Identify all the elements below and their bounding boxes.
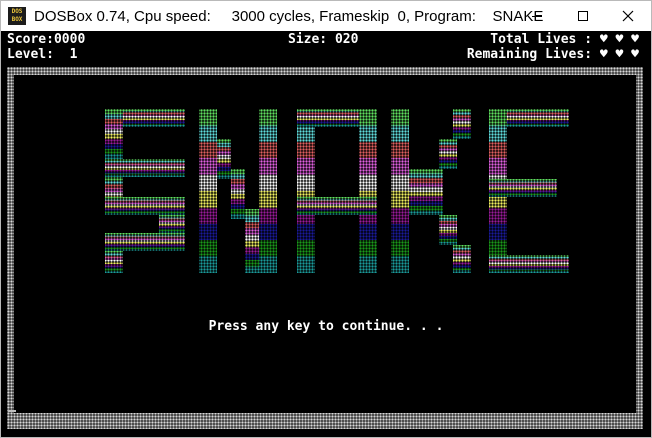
level-label: Level: 1 — [7, 47, 78, 62]
minimize-button[interactable] — [515, 1, 559, 31]
dosbox-window: DOS BOX DOSBox 0.74, Cpu speed: 3000 cycl… — [0, 0, 652, 438]
snake-title-logo — [105, 109, 569, 273]
maximize-icon — [578, 11, 588, 21]
logo-letter-a — [297, 109, 377, 273]
title-bar[interactable]: DOS BOX DOSBox 0.74, Cpu speed: 3000 cycl… — [1, 1, 651, 31]
logo-letter-k — [391, 109, 471, 273]
remaining-lives-label: Remaining Lives: ♥ ♥ ♥ — [466, 47, 639, 62]
dos-screen[interactable]: Score:0000 Level: 1 Size: 020 Total Live… — [1, 31, 651, 437]
close-button[interactable] — [605, 1, 651, 31]
continue-prompt: Press any key to continue. . . — [208, 319, 444, 334]
close-icon — [622, 10, 634, 22]
logo-letter-s — [105, 109, 185, 273]
logo-letter-n — [199, 109, 277, 273]
size-label: Size: 020 — [288, 32, 359, 47]
total-lives-label: Total Lives : ♥ ♥ ♥ — [490, 32, 639, 47]
maximize-button[interactable] — [561, 1, 605, 31]
logo-letter-e — [489, 109, 569, 273]
window-title: DOSBox 0.74, Cpu speed: 3000 cycles, Fra… — [34, 8, 544, 25]
minimize-icon — [532, 16, 542, 17]
dosbox-app-icon[interactable]: DOS BOX — [8, 7, 26, 25]
score-label: Score:0000 — [7, 32, 86, 47]
text-cursor — [8, 410, 16, 412]
